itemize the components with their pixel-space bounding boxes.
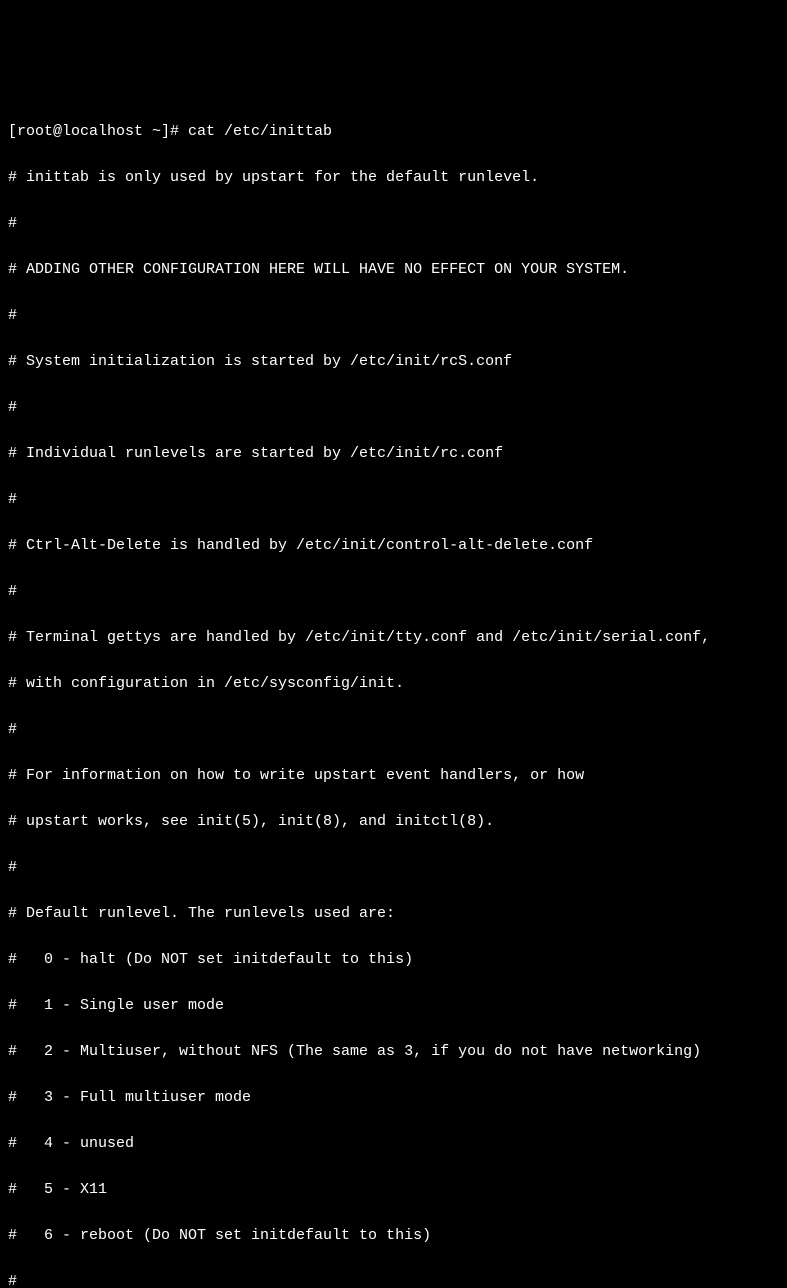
- terminal-window[interactable]: [root@localhost ~]# cat /etc/inittab # i…: [8, 97, 779, 731]
- terminal-line: # Individual runlevels are started by /e…: [8, 442, 779, 465]
- terminal-line: # 5 - X11: [8, 1178, 779, 1201]
- terminal-line: #: [8, 580, 779, 603]
- terminal-line: # 2 - Multiuser, without NFS (The same a…: [8, 1040, 779, 1063]
- terminal-line: # 1 - Single user mode: [8, 994, 779, 1017]
- terminal-line: [root@localhost ~]# cat /etc/inittab: [8, 120, 779, 143]
- terminal-line: # Ctrl-Alt-Delete is handled by /etc/ini…: [8, 534, 779, 557]
- terminal-line: # with configuration in /etc/sysconfig/i…: [8, 672, 779, 695]
- terminal-line: # 4 - unused: [8, 1132, 779, 1155]
- terminal-line: #: [8, 488, 779, 511]
- terminal-line: #: [8, 396, 779, 419]
- terminal-line: # ADDING OTHER CONFIGURATION HERE WILL H…: [8, 258, 779, 281]
- terminal-line: # 6 - reboot (Do NOT set initdefault to …: [8, 1224, 779, 1247]
- terminal-line: # 0 - halt (Do NOT set initdefault to th…: [8, 948, 779, 971]
- terminal-line: # inittab is only used by upstart for th…: [8, 166, 779, 189]
- terminal-line: #: [8, 304, 779, 327]
- terminal-line: # System initialization is started by /e…: [8, 350, 779, 373]
- terminal-line: # 3 - Full multiuser mode: [8, 1086, 779, 1109]
- terminal-line: # For information on how to write upstar…: [8, 764, 779, 787]
- terminal-line: #: [8, 856, 779, 879]
- terminal-line: #: [8, 212, 779, 235]
- terminal-line: # Terminal gettys are handled by /etc/in…: [8, 626, 779, 649]
- terminal-line: #: [8, 1270, 779, 1288]
- terminal-line: # upstart works, see init(5), init(8), a…: [8, 810, 779, 833]
- terminal-line: # Default runlevel. The runlevels used a…: [8, 902, 779, 925]
- terminal-line: #: [8, 718, 779, 741]
